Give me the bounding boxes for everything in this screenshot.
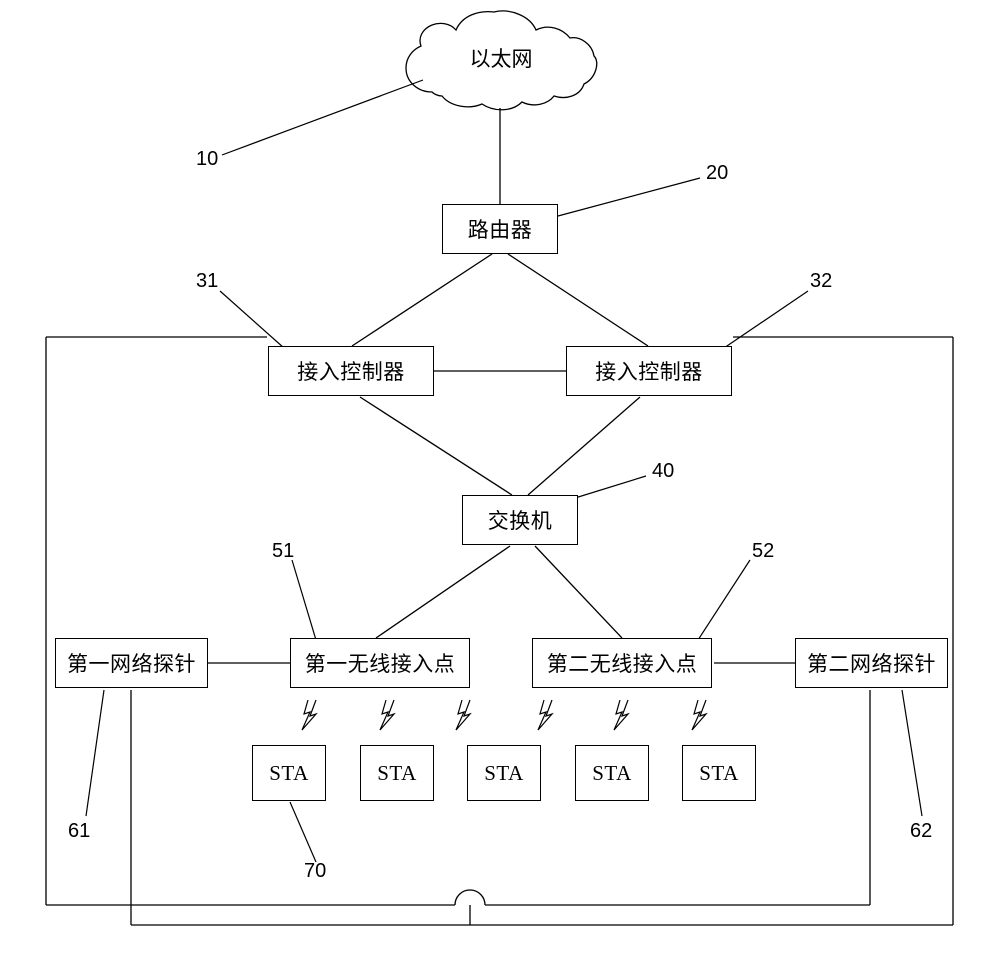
access-controller-2-node: 接入控制器 <box>566 346 732 396</box>
label-52: 52 <box>752 540 774 563</box>
wireless-ap-2-node: 第二无线接入点 <box>532 638 712 688</box>
label-20: 20 <box>706 162 728 185</box>
label-40: 40 <box>652 460 674 483</box>
wireless-ap-1-node: 第一无线接入点 <box>290 638 470 688</box>
sta-node-5: STA <box>682 745 756 801</box>
wireless-link-icons <box>302 700 706 730</box>
label-51: 51 <box>272 540 294 563</box>
router-node: 路由器 <box>442 204 558 254</box>
label-62: 62 <box>910 820 932 843</box>
network-probe-2-node: 第二网络探针 <box>795 638 948 688</box>
switch-node: 交换机 <box>462 495 578 545</box>
diagram-lines <box>0 0 1000 953</box>
access-controller-1-node: 接入控制器 <box>268 346 434 396</box>
sta-node-3: STA <box>467 745 541 801</box>
label-61: 61 <box>68 820 90 843</box>
sta-node-2: STA <box>360 745 434 801</box>
network-probe-1-node: 第一网络探针 <box>55 638 208 688</box>
label-70: 70 <box>304 860 326 883</box>
label-32: 32 <box>810 270 832 293</box>
sta-node-4: STA <box>575 745 649 801</box>
ethernet-cloud-label: 以太网 <box>466 43 536 73</box>
sta-node-1: STA <box>252 745 326 801</box>
label-10: 10 <box>196 148 218 171</box>
label-31: 31 <box>196 270 218 293</box>
network-diagram: 以太网 路由器 接入控制器 接入控制器 交换机 第一网络探针 第一无线接入点 第… <box>0 0 1000 953</box>
